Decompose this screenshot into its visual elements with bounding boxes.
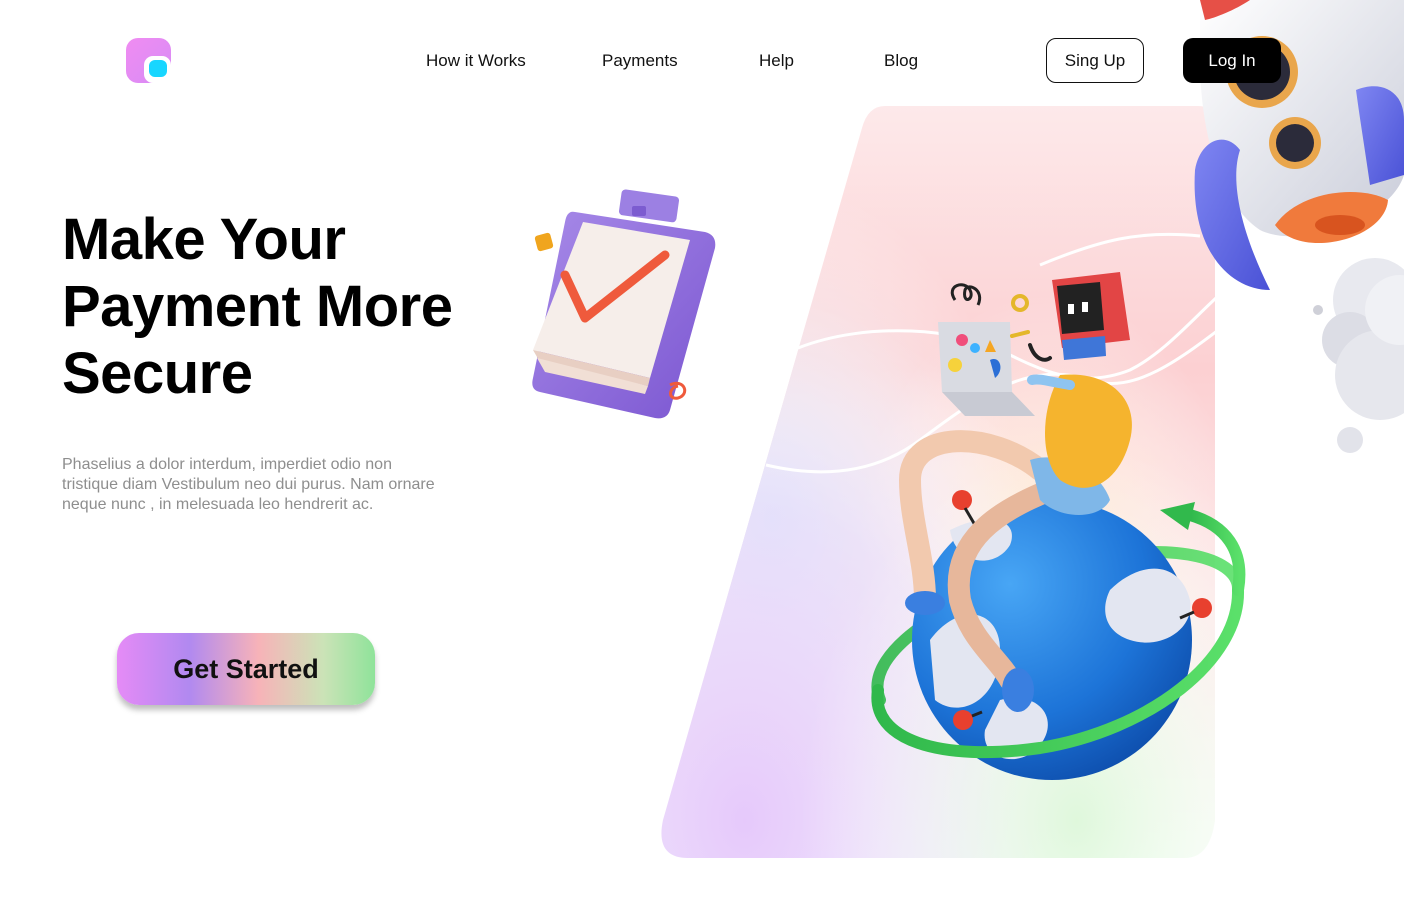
signup-button[interactable]: Sing Up <box>1046 38 1144 83</box>
wave-line <box>797 248 1301 380</box>
wave-line <box>765 268 1301 474</box>
landing-page: How it Works Payments Help Blog Sing Up … <box>0 0 1404 909</box>
gradient-panel-shape <box>661 106 1215 858</box>
nav-link-help[interactable]: Help <box>759 51 794 71</box>
app-logo-icon[interactable] <box>126 38 174 84</box>
nav-link-blog[interactable]: Blog <box>884 51 918 71</box>
clipboard-check-icon <box>532 189 716 419</box>
orbit-ring-back <box>871 545 1244 706</box>
orbit-ring-front <box>871 584 1245 759</box>
nav-link-payments[interactable]: Payments <box>602 51 678 71</box>
logo-dot-shape <box>149 60 167 77</box>
get-started-button[interactable]: Get Started <box>117 633 375 705</box>
orbit-arrow-head <box>1160 502 1195 530</box>
character-illustration <box>898 272 1132 712</box>
globe-illustration <box>912 490 1212 780</box>
hero-title: Make Your Payment More Secure <box>62 207 453 406</box>
login-button[interactable]: Log In <box>1183 38 1281 83</box>
hero-description: Phaselius a dolor interdum, imperdiet od… <box>62 456 435 513</box>
nav-link-how-it-works[interactable]: How it Works <box>426 51 526 71</box>
